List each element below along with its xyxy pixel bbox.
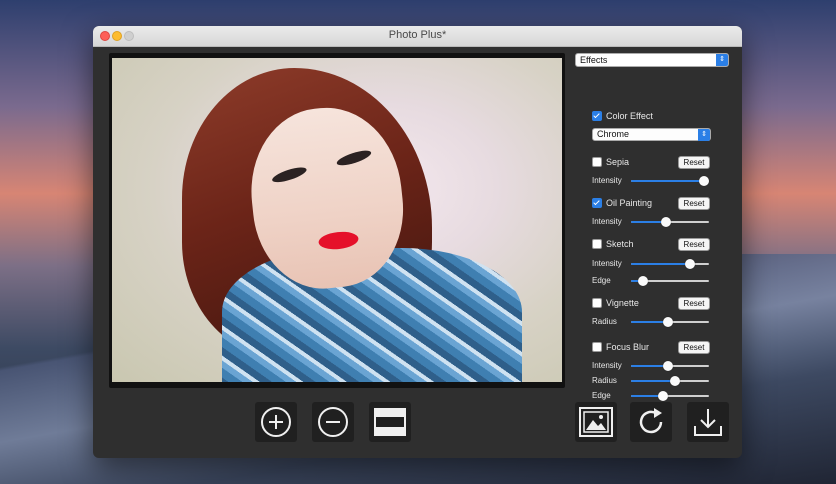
dropdown-arrows-icon: ⇕ <box>716 54 728 66</box>
sepia-intensity-slider[interactable] <box>631 176 709 186</box>
sketch-edge-slider[interactable] <box>631 276 709 286</box>
slider-knob[interactable] <box>662 361 673 371</box>
vignette-checkbox[interactable] <box>592 298 602 308</box>
oil-painting-intensity-slider[interactable] <box>631 217 709 227</box>
app-window: Photo Plus* Effects ⇕ Color Effect Chrom… <box>93 26 742 458</box>
color-effect-toggle[interactable]: Color Effect <box>592 111 653 121</box>
right-eye <box>335 147 373 169</box>
color-effect-select[interactable]: Chrome ⇕ <box>592 128 711 141</box>
focus-blur-label: Focus Blur <box>606 342 650 352</box>
sepia-checkbox[interactable] <box>592 157 602 167</box>
lips <box>317 229 360 252</box>
effects-dropdown-label: Effects <box>580 55 608 65</box>
rotate-icon <box>639 408 663 434</box>
oil-painting-label: Oil Painting <box>606 198 653 208</box>
vignette-label: Vignette <box>606 298 639 308</box>
focus-blur-reset-button[interactable]: Reset <box>678 341 710 354</box>
save-button[interactable] <box>687 402 729 442</box>
zoom-in-button[interactable] <box>255 402 297 442</box>
slider-knob[interactable] <box>661 217 672 227</box>
color-effect-label: Color Effect <box>606 111 653 121</box>
open-image-button[interactable] <box>575 402 617 442</box>
focus-blur-radius-slider[interactable] <box>631 376 709 386</box>
oil-painting-reset-button[interactable]: Reset <box>678 197 710 210</box>
slider-knob[interactable] <box>698 176 709 186</box>
sepia-label: Sepia <box>606 157 630 167</box>
vignette-radius-label: Radius <box>592 317 617 326</box>
edited-photo <box>112 58 562 382</box>
vignette-radius-slider[interactable] <box>631 317 709 327</box>
sepia-reset-button[interactable]: Reset <box>678 156 710 169</box>
fit-icon <box>374 408 406 436</box>
sepia-toggle[interactable]: Sepia <box>592 157 629 167</box>
zoom-in-icon <box>261 407 291 437</box>
image-icon <box>579 407 613 437</box>
sepia-intensity-label: Intensity <box>592 176 622 185</box>
sketch-checkbox[interactable] <box>592 239 602 249</box>
download-icon <box>694 409 722 436</box>
sketch-toggle[interactable]: Sketch <box>592 239 634 249</box>
slider-knob[interactable] <box>657 391 668 401</box>
photo-canvas <box>109 53 565 388</box>
rotate-button[interactable] <box>630 402 672 442</box>
zoom-out-icon <box>318 407 348 437</box>
vignette-reset-button[interactable]: Reset <box>678 297 710 310</box>
slider-fill <box>631 380 676 382</box>
focus-blur-checkbox[interactable] <box>592 342 602 352</box>
slider-knob[interactable] <box>638 276 649 286</box>
slider-knob[interactable] <box>662 317 673 327</box>
effects-dropdown[interactable]: Effects ⇕ <box>575 53 729 67</box>
focus-blur-radius-label: Radius <box>592 376 617 385</box>
focus-blur-intensity-slider[interactable] <box>631 361 709 371</box>
vignette-toggle[interactable]: Vignette <box>592 298 639 308</box>
oil-painting-toggle[interactable]: Oil Painting <box>592 198 652 208</box>
color-effect-option: Chrome <box>597 129 630 139</box>
focus-blur-intensity-label: Intensity <box>592 361 622 370</box>
sketch-intensity-slider[interactable] <box>631 259 709 269</box>
color-effect-checkbox[interactable] <box>592 111 602 121</box>
slider-fill <box>631 263 690 265</box>
effects-panel: Effects ⇕ Color Effect Chrome ⇕ Sepia Re… <box>573 52 733 401</box>
zoom-out-button[interactable] <box>312 402 354 442</box>
left-eye <box>270 164 309 186</box>
fit-to-window-button[interactable] <box>369 402 411 442</box>
focus-blur-edge-slider[interactable] <box>631 391 709 401</box>
oil-painting-intensity-label: Intensity <box>592 217 622 226</box>
sketch-intensity-label: Intensity <box>592 259 622 268</box>
focus-blur-edge-label: Edge <box>592 391 611 400</box>
sketch-edge-label: Edge <box>592 276 611 285</box>
focus-blur-toggle[interactable]: Focus Blur <box>592 342 649 352</box>
slider-knob[interactable] <box>684 259 695 269</box>
slider-fill <box>631 180 704 182</box>
dropdown-arrows-icon: ⇕ <box>698 129 710 141</box>
window-title: Photo Plus* <box>388 29 447 41</box>
sketch-reset-button[interactable]: Reset <box>678 238 710 251</box>
oil-painting-checkbox[interactable] <box>592 198 602 208</box>
sketch-label: Sketch <box>606 239 634 249</box>
title-bar: Photo Plus* <box>93 26 742 47</box>
slider-knob[interactable] <box>670 376 681 386</box>
